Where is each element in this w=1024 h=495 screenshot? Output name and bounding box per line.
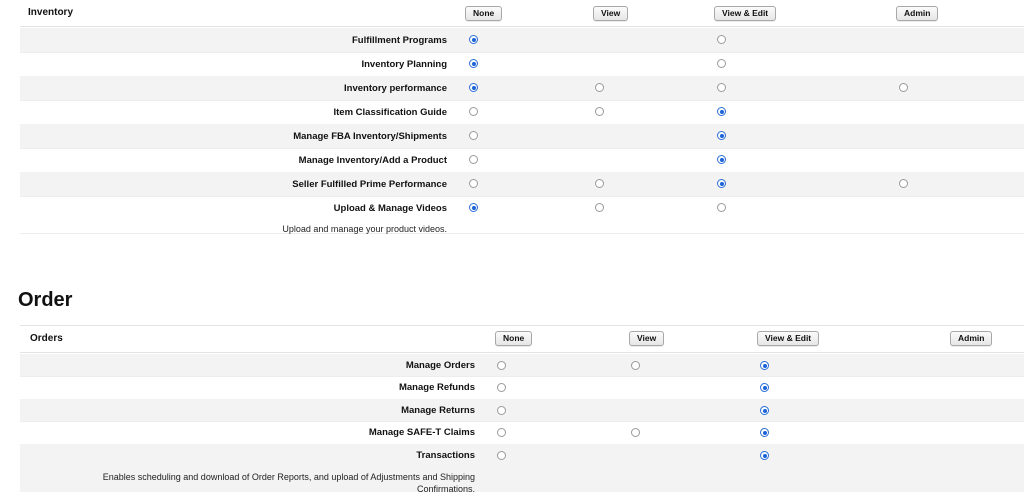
radio-inventory-performance-view[interactable]: [595, 83, 604, 92]
radio-manage-inventory-view-edit[interactable]: [717, 155, 726, 164]
inventory-none-button[interactable]: None: [465, 6, 503, 21]
permission-label: Manage Refunds: [398, 382, 475, 393]
radio-item-classification-view[interactable]: [595, 107, 604, 116]
radio-safe-t-view-edit[interactable]: [760, 428, 769, 437]
inventory-view-edit-button[interactable]: View & Edit: [714, 6, 777, 21]
radio-manage-orders-none[interactable]: [497, 361, 506, 370]
inventory-section-title: Inventory: [28, 7, 74, 18]
radio-manage-fba-none[interactable]: [469, 131, 478, 140]
order-page-heading: Order: [18, 289, 73, 311]
orders-admin-button[interactable]: Admin: [950, 331, 993, 346]
radio-inventory-performance-admin[interactable]: [899, 83, 908, 92]
radio-manage-orders-view[interactable]: [631, 361, 640, 370]
permission-row-manage-orders: Manage Orders: [20, 354, 1024, 377]
permission-label: Inventory Planning: [361, 59, 447, 70]
radio-upload-videos-view-edit[interactable]: [717, 203, 726, 212]
radio-manage-inventory-none[interactable]: [469, 155, 478, 164]
permission-label: Manage Returns: [401, 405, 475, 416]
radio-seller-fulfilled-none[interactable]: [469, 179, 478, 188]
permission-row-upload-manage-videos: Upload & Manage Videos Upload and manage…: [20, 196, 1024, 234]
permission-row-manage-returns: Manage Returns: [20, 399, 1024, 422]
permission-label: Manage SAFE-T Claims: [368, 427, 475, 438]
radio-inventory-performance-none[interactable]: [469, 83, 478, 92]
radio-manage-orders-view-edit[interactable]: [760, 361, 769, 370]
permission-label: Seller Fulfilled Prime Performance: [292, 179, 447, 190]
permission-row-item-classification-guide: Item Classification Guide: [20, 100, 1024, 125]
radio-seller-fulfilled-admin[interactable]: [899, 179, 908, 188]
radio-safe-t-none[interactable]: [497, 428, 506, 437]
permission-label: Upload & Manage Videos: [333, 203, 447, 214]
inventory-header: Inventory: [20, 0, 1024, 27]
inventory-view-button[interactable]: View: [593, 6, 629, 21]
radio-fulfillment-programs-view-edit[interactable]: [717, 35, 726, 44]
permission-description: Upload and manage your product videos.: [282, 224, 447, 234]
radio-manage-refunds-view-edit[interactable]: [760, 383, 769, 392]
radio-item-classification-none[interactable]: [469, 107, 478, 116]
radio-inventory-performance-view-edit[interactable]: [717, 83, 726, 92]
radio-transactions-view-edit[interactable]: [760, 451, 769, 460]
permission-row-transactions: Transactions Enables scheduling and down…: [20, 444, 1024, 494]
permission-label: Fulfillment Programs: [351, 35, 447, 46]
permission-label: Item Classification Guide: [333, 107, 448, 118]
radio-item-classification-view-edit[interactable]: [717, 107, 726, 116]
orders-view-button[interactable]: View: [629, 331, 665, 346]
radio-manage-returns-view-edit[interactable]: [760, 406, 769, 415]
permission-label: Manage FBA Inventory/Shipments: [293, 131, 447, 142]
permission-row-manage-refunds: Manage Refunds: [20, 377, 1024, 400]
permission-label: Manage Orders: [405, 360, 475, 371]
permission-row-inventory-planning: Inventory Planning: [20, 52, 1024, 77]
radio-seller-fulfilled-view-edit[interactable]: [717, 179, 726, 188]
radio-inventory-planning-none[interactable]: [469, 59, 478, 68]
permission-label: Manage Inventory/Add a Product: [298, 155, 447, 166]
permission-row-fulfillment-programs: Fulfillment Programs: [20, 28, 1024, 53]
permission-row-manage-safe-t-claims: Manage SAFE-T Claims: [20, 422, 1024, 445]
permission-label: Inventory performance: [344, 83, 447, 94]
orders-section-title: Orders: [30, 333, 63, 344]
radio-upload-videos-view[interactable]: [595, 203, 604, 212]
radio-seller-fulfilled-view[interactable]: [595, 179, 604, 188]
orders-none-button[interactable]: None: [495, 331, 533, 346]
radio-manage-refunds-none[interactable]: [497, 383, 506, 392]
radio-manage-returns-none[interactable]: [497, 406, 506, 415]
inventory-admin-button[interactable]: Admin: [896, 6, 939, 21]
radio-transactions-none[interactable]: [497, 451, 506, 460]
permission-row-seller-fulfilled-prime: Seller Fulfilled Prime Performance: [20, 172, 1024, 197]
radio-fulfillment-programs-none[interactable]: [469, 35, 478, 44]
permission-row-manage-fba-inventory: Manage FBA Inventory/Shipments: [20, 124, 1024, 149]
orders-view-edit-button[interactable]: View & Edit: [757, 331, 820, 346]
radio-inventory-planning-view-edit[interactable]: [717, 59, 726, 68]
permission-row-inventory-performance: Inventory performance: [20, 76, 1024, 101]
permission-row-manage-inventory-add-product: Manage Inventory/Add a Product: [20, 148, 1024, 173]
radio-safe-t-view[interactable]: [631, 428, 640, 437]
permission-label: Transactions: [416, 450, 475, 461]
radio-upload-videos-none[interactable]: [469, 203, 478, 212]
radio-manage-fba-view-edit[interactable]: [717, 131, 726, 140]
permission-description: Enables scheduling and download of Order…: [102, 472, 475, 494]
